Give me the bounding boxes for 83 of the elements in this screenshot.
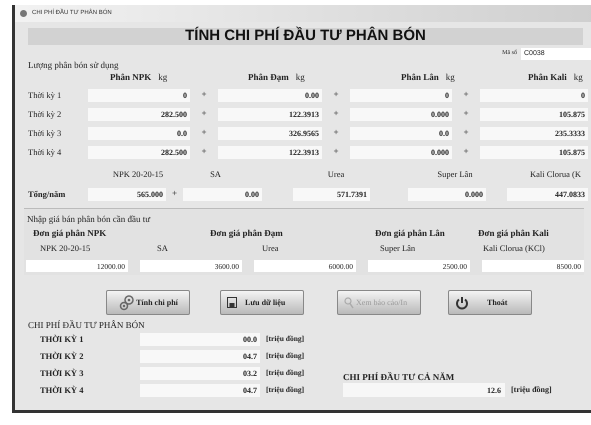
plus-sign: +	[463, 145, 469, 158]
button[interactable]: Tính chi phí	[106, 290, 190, 315]
row-label: Thời kỳ 2	[28, 108, 62, 120]
plus-sign: +	[333, 107, 339, 120]
product-name: Kali Clorua (KCl)	[483, 243, 545, 254]
button[interactable]: Lưu dữ liệu	[220, 290, 304, 315]
plus-sign: +	[201, 145, 207, 158]
total-field[interactable]: 447.0833	[507, 188, 588, 200]
row-label: Thời kỳ 3	[28, 126, 62, 140]
total-field[interactable]: 565.000	[88, 188, 166, 200]
quantity-field[interactable]: 235.3333	[480, 126, 588, 140]
product-name: SA	[157, 243, 168, 254]
quantity-field[interactable]: 0.0	[88, 126, 190, 140]
total-field[interactable]: 0.000	[408, 188, 486, 200]
quantity-field[interactable]: 0	[88, 88, 190, 102]
quantity-field[interactable]: 0.0	[350, 126, 452, 140]
total-field[interactable]: 571.7391	[293, 188, 370, 200]
column-heading: Phân Đạm	[248, 70, 289, 84]
quantity-field[interactable]: 122.3913	[218, 146, 322, 158]
plus-sign: +	[172, 187, 178, 200]
period-label: THỜI KỲ 4	[40, 384, 84, 396]
row-label: Thời kỳ 1	[28, 88, 62, 102]
product-name: Super Lân	[437, 169, 473, 180]
unit-label: kg	[446, 70, 455, 84]
column-heading: Phân NPK	[110, 70, 152, 84]
product-name: SA	[210, 169, 221, 180]
unit-label: kg	[574, 70, 583, 84]
quantity-field[interactable]: 282.500	[88, 108, 190, 120]
annual-cost-label: CHI PHÍ ĐẦU TƯ CẢ NĂM	[343, 371, 456, 383]
period-label: THỜI KỲ 3	[40, 366, 84, 380]
quantity-field[interactable]: 105.875	[480, 146, 588, 158]
plus-sign: +	[333, 145, 339, 158]
section-label: CHI PHÍ ĐẦU TƯ PHÂN BÓN	[28, 320, 145, 330]
form-heading: TÍNH CHI PHÍ ĐẦU TƯ PHÂN BÓN	[185, 26, 426, 46]
plus-sign: +	[333, 126, 339, 140]
cost-field[interactable]: 03.2	[140, 366, 260, 380]
cost-field[interactable]: 04.7	[140, 350, 260, 362]
annual-cost-field[interactable]: 12.6	[343, 383, 505, 397]
price-heading: Đơn giá phân NPK	[33, 228, 106, 238]
plus-sign: +	[201, 107, 207, 120]
product-name: Urea	[262, 243, 279, 254]
quantity-field[interactable]: 105.875	[480, 108, 588, 120]
period-label: THỜI KỲ 2	[40, 350, 84, 362]
row-label: Tổng/năm	[28, 188, 66, 200]
plus-sign: +	[201, 88, 207, 102]
button[interactable]: Thoát	[448, 290, 532, 315]
product-name: Kali Clorua (K	[530, 169, 581, 180]
quantity-field[interactable]: 0.000	[350, 108, 452, 120]
price-heading: Đơn giá phân Kali	[478, 228, 549, 238]
quantity-field[interactable]: 0.00	[218, 88, 322, 102]
unit-label: kg	[158, 70, 168, 84]
quantity-field[interactable]: 282.500	[88, 146, 190, 158]
quantity-field[interactable]: 0.000	[350, 146, 452, 158]
plus-sign: +	[333, 88, 339, 102]
product-name: Super Lân	[380, 243, 416, 254]
section-label: Nhập giá bán phân bón cần đầu tư	[27, 214, 152, 224]
quantity-field[interactable]: 0	[350, 88, 452, 102]
period-label: THỜI KỲ 1	[40, 332, 84, 346]
unit-label: [triệu đồng]	[511, 384, 552, 396]
plus-sign: +	[463, 126, 469, 140]
price-heading: Đơn giá phân Đạm	[210, 228, 283, 238]
price-heading: Đơn giá phân Lân	[375, 228, 445, 238]
unit-label: kg	[296, 70, 305, 84]
gears-icon	[118, 294, 136, 312]
plus-sign: +	[463, 88, 469, 102]
cost-field[interactable]: 00.0	[140, 332, 260, 346]
section-label: Lượng phân bón sử dụng	[28, 60, 119, 70]
total-field[interactable]: 0.00	[183, 188, 262, 200]
product-name: NPK 20-20-15	[40, 243, 90, 254]
power-icon	[455, 296, 469, 310]
cost-field[interactable]: 04.7	[140, 384, 260, 396]
row-label: Thời kỳ 4	[28, 146, 62, 158]
column-heading: Phân Kali	[528, 70, 567, 84]
column-heading: Phân Lân	[401, 70, 439, 84]
quantity-field[interactable]: 326.9565	[218, 126, 322, 140]
quantity-field[interactable]: 0	[480, 88, 588, 102]
plus-sign: +	[201, 126, 207, 140]
app-icon	[19, 9, 28, 18]
product-name: NPK 20-20-15	[112, 169, 164, 180]
magnifier-icon	[344, 296, 354, 308]
product-name: Urea	[328, 169, 344, 180]
quantity-field[interactable]: 122.3913	[218, 108, 322, 120]
plus-sign: +	[463, 107, 469, 120]
